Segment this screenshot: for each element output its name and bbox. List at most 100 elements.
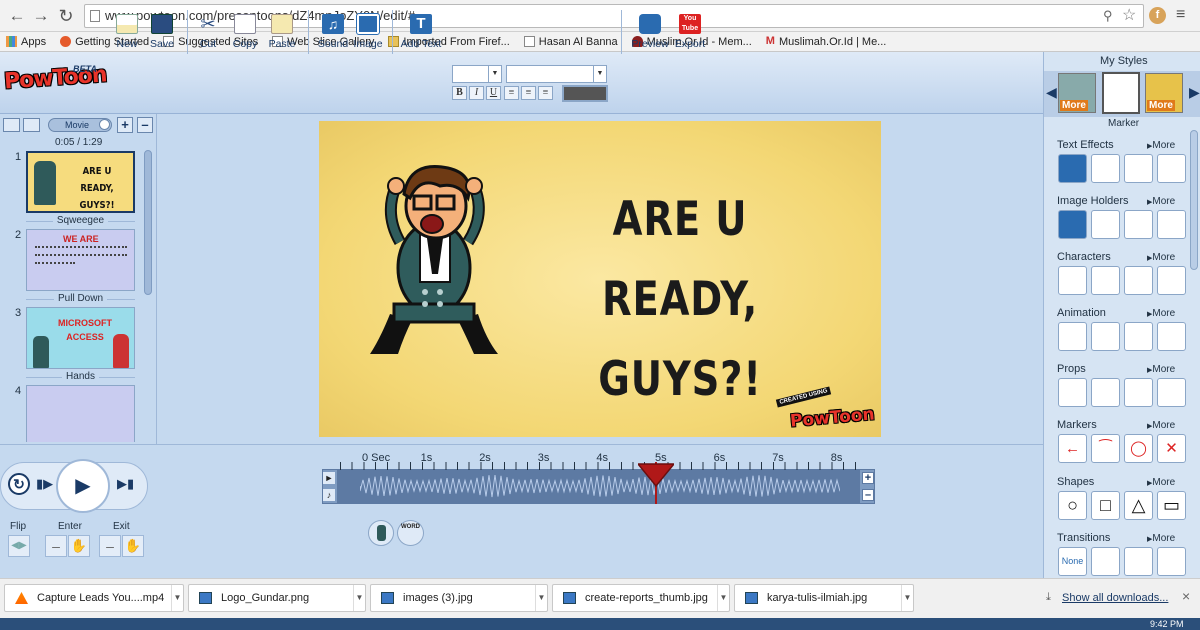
library-item-tile[interactable]: ▭	[1157, 491, 1186, 520]
exit-hand-icon[interactable]: ✋	[122, 535, 144, 557]
play-button[interactable]: ▶	[56, 459, 110, 513]
library-item-tile[interactable]	[1091, 154, 1120, 183]
carousel-right-icon[interactable]: ▶	[1189, 84, 1200, 101]
list-view-icon[interactable]	[23, 118, 40, 132]
character-illustration[interactable]	[370, 164, 500, 364]
zoom-out-button[interactable]: –	[862, 489, 874, 501]
library-item-tile[interactable]	[1091, 378, 1120, 407]
enter-none-button[interactable]: –	[45, 535, 67, 557]
library-item-tile[interactable]: ✕	[1157, 434, 1186, 463]
italic-button[interactable]: I	[469, 86, 484, 100]
style-thumb-selected[interactable]	[1102, 72, 1140, 114]
reload-icon[interactable]: ↻	[55, 5, 77, 27]
library-item-tile[interactable]	[1157, 210, 1186, 239]
align-center-button[interactable]: ≡	[521, 86, 536, 100]
font-size-select[interactable]: ▼	[452, 65, 502, 83]
transition-label[interactable]: Hands	[26, 371, 135, 382]
library-item-tile[interactable]	[1058, 154, 1087, 183]
library-item-tile[interactable]: ◯	[1124, 434, 1153, 463]
chevron-down-icon[interactable]: ▼	[535, 585, 547, 611]
library-item-tile[interactable]	[1157, 378, 1186, 407]
more-link[interactable]: ▶More	[1147, 420, 1175, 431]
transition-label[interactable]: Pull Down	[26, 293, 135, 304]
step-back-icon[interactable]: ▮▶	[36, 476, 53, 492]
preview-button[interactable]: Preview	[630, 14, 670, 58]
style-thumb[interactable]: More	[1058, 73, 1096, 113]
library-item-tile[interactable]	[1058, 322, 1087, 351]
library-item-tile[interactable]	[1157, 154, 1186, 183]
library-item-tile[interactable]	[1091, 547, 1120, 576]
text-color-swatch[interactable]	[562, 85, 608, 102]
download-item[interactable]: create-reports_thumb.jpg ▼	[552, 584, 730, 612]
library-item-tile[interactable]	[1157, 266, 1186, 295]
download-item[interactable]: Capture Leads You....mp4 ▼	[4, 584, 184, 612]
chevron-down-icon[interactable]: ▼	[171, 585, 183, 611]
bold-button[interactable]: B	[452, 86, 467, 100]
chevron-down-icon[interactable]: ▼	[901, 585, 913, 611]
chevron-down-icon[interactable]: ▼	[353, 585, 365, 611]
transition-label[interactable]: Sqweegee	[26, 215, 135, 226]
add-slide-button[interactable]: +	[117, 117, 133, 133]
playhead-marker[interactable]	[638, 462, 674, 488]
more-link[interactable]: ▶More	[1147, 533, 1175, 544]
carousel-left-icon[interactable]: ◀	[1046, 84, 1057, 101]
movie-toggle[interactable]: Movie	[48, 118, 112, 132]
library-scrollbar[interactable]	[1190, 130, 1198, 270]
loop-icon[interactable]: ↻	[8, 473, 30, 495]
flip-button[interactable]: ◀▶	[8, 535, 30, 557]
stage-headline[interactable]: ARE U READY, GUYS?!	[541, 180, 820, 420]
library-item-tile[interactable]	[1124, 322, 1153, 351]
slide-thumb-2[interactable]: WE ARE	[26, 229, 135, 291]
slide-thumb-1[interactable]: ARE U READY, GUYS?!	[26, 151, 135, 213]
enter-hand-icon[interactable]: ✋	[68, 535, 90, 557]
library-item-tile[interactable]	[1157, 322, 1186, 351]
sound-icon[interactable]: ►	[323, 472, 335, 484]
library-item-tile[interactable]: ○	[1058, 491, 1087, 520]
close-icon[interactable]: ×	[1182, 588, 1190, 604]
grid-view-icon[interactable]	[3, 118, 20, 132]
music-note-icon[interactable]: ♪	[323, 489, 335, 501]
slides-scrollbar[interactable]	[144, 150, 152, 295]
exit-none-button[interactable]: –	[99, 535, 121, 557]
timeline-object-text[interactable]: WORD	[397, 520, 424, 546]
zoom-icon[interactable]: ⚲	[1103, 8, 1113, 24]
chevron-down-icon[interactable]: ▼	[717, 585, 729, 611]
library-item-tile[interactable]	[1091, 322, 1120, 351]
forward-arrow-icon[interactable]: →	[30, 5, 52, 27]
export-button[interactable]: You Tube Export	[670, 14, 710, 58]
show-all-downloads-link[interactable]: Show all downloads...	[1062, 592, 1168, 604]
font-family-select[interactable]: ▼	[506, 65, 607, 83]
library-item-tile[interactable]: △	[1124, 491, 1153, 520]
slide-thumb-3[interactable]: MICROSOFT ACCESS	[26, 307, 135, 369]
library-item-tile[interactable]	[1091, 266, 1120, 295]
library-item-tile[interactable]: None	[1058, 547, 1087, 576]
extension-icon[interactable]: f	[1149, 7, 1166, 24]
style-thumb[interactable]: More	[1145, 73, 1183, 113]
menu-icon[interactable]: ≡	[1176, 6, 1185, 24]
library-item-tile[interactable]	[1124, 210, 1153, 239]
add-text-button[interactable]: T Add Text	[399, 14, 443, 58]
more-link[interactable]: ▶More	[1147, 140, 1175, 151]
back-arrow-icon[interactable]: ←	[6, 5, 28, 27]
more-link[interactable]: ▶More	[1147, 308, 1175, 319]
library-item-tile[interactable]	[1058, 210, 1087, 239]
save-button[interactable]: Save	[142, 14, 182, 58]
library-item-tile[interactable]	[1091, 210, 1120, 239]
library-item-tile[interactable]	[1124, 378, 1153, 407]
download-item[interactable]: Logo_Gundar.png ▼	[188, 584, 366, 612]
library-item-tile[interactable]: ⁀	[1091, 434, 1120, 463]
library-item-tile[interactable]	[1058, 266, 1087, 295]
slide-thumb-4[interactable]	[26, 385, 135, 442]
download-item[interactable]: images (3).jpg ▼	[370, 584, 548, 612]
new-button[interactable]: New	[107, 14, 147, 58]
zoom-in-button[interactable]: +	[862, 472, 874, 484]
bookmark-hasan[interactable]: Hasan Al Banna	[523, 36, 618, 48]
bookmark-apps[interactable]: Apps	[6, 36, 46, 48]
more-link[interactable]: ▶More	[1147, 364, 1175, 375]
timeline-object-character[interactable]	[368, 520, 394, 546]
copy-button[interactable]: Copy	[225, 14, 265, 58]
library-item-tile[interactable]: □	[1091, 491, 1120, 520]
download-item[interactable]: karya-tulis-ilmiah.jpg ▼	[734, 584, 914, 612]
remove-slide-button[interactable]: –	[137, 117, 153, 133]
library-item-tile[interactable]	[1124, 266, 1153, 295]
